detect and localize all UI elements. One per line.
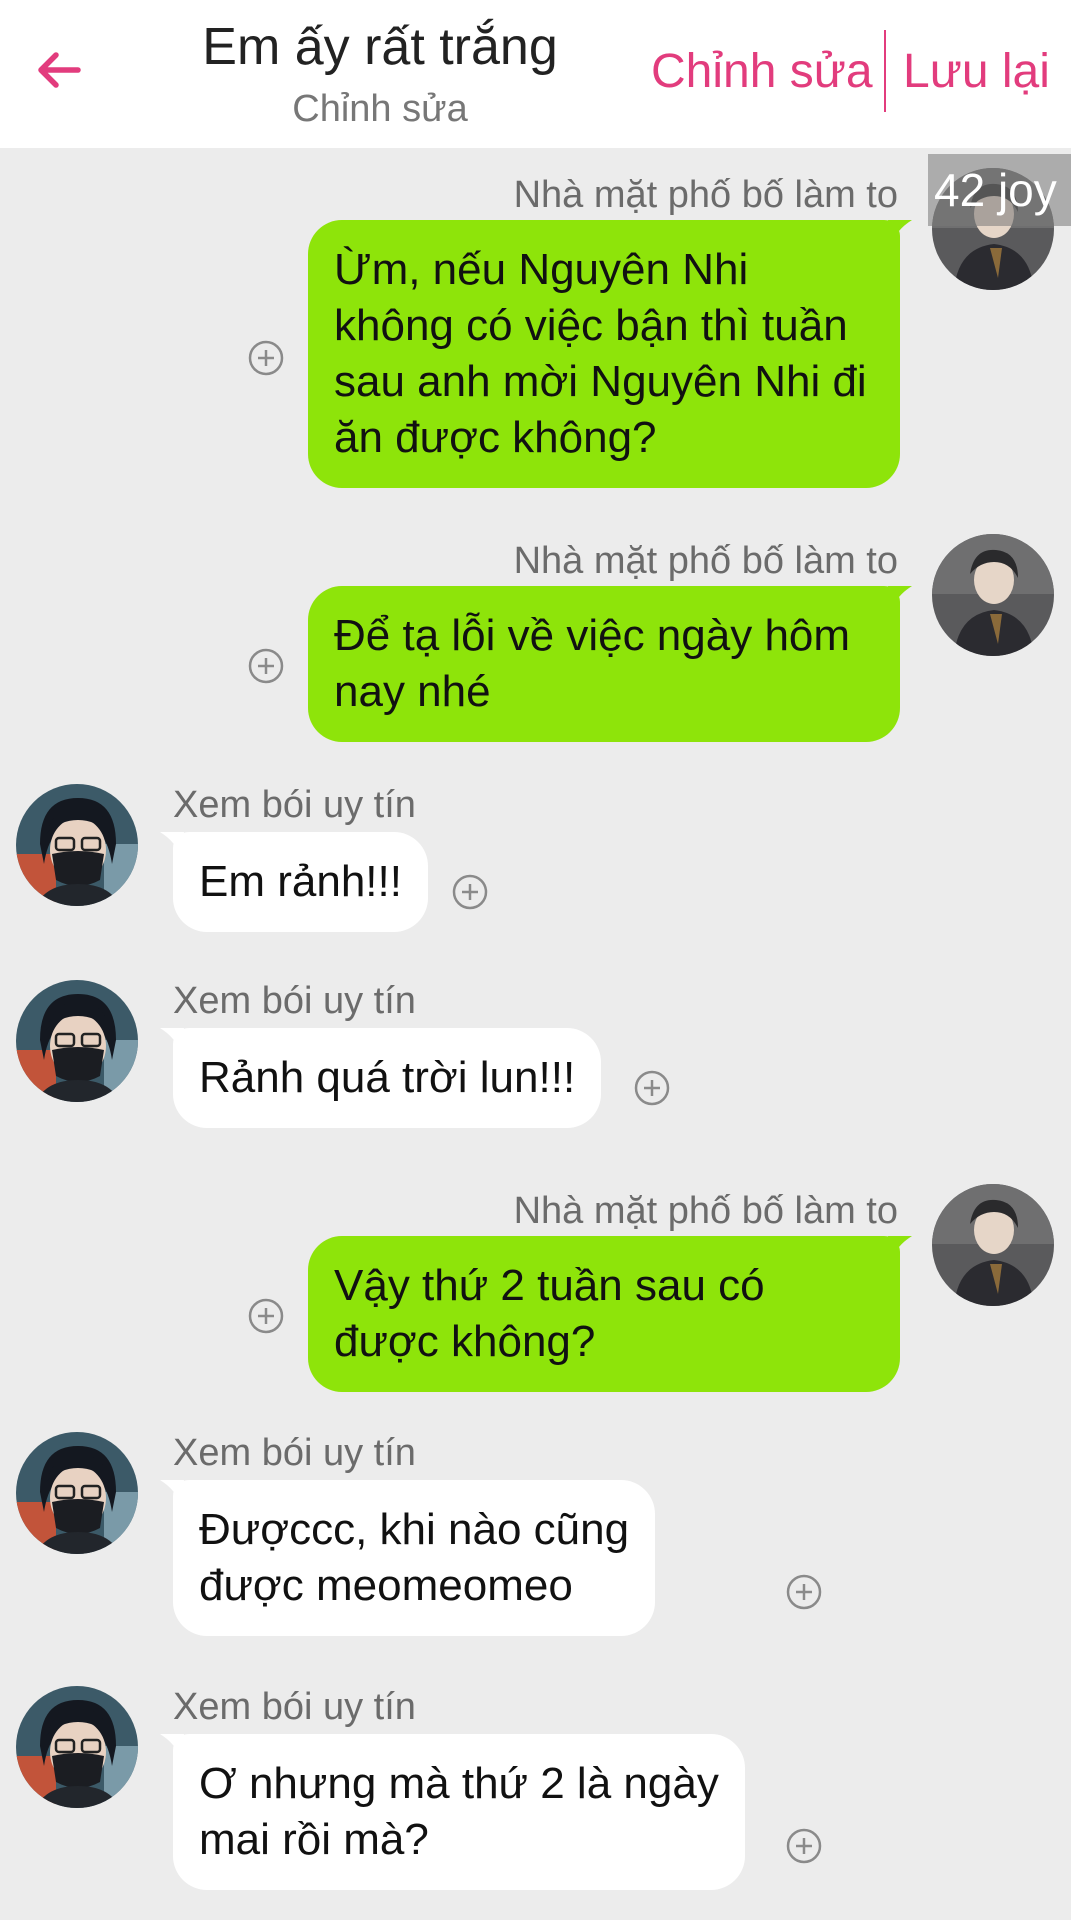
avatar-image [16, 980, 138, 1102]
avatar[interactable] [16, 1432, 138, 1554]
sender-name: Nhà mặt phố bố làm to [513, 540, 898, 582]
avatar[interactable] [932, 534, 1054, 656]
header-divider [884, 30, 886, 112]
plus-circle-icon [248, 340, 284, 376]
add-reaction-button[interactable] [452, 874, 488, 910]
avatar-image [16, 1432, 138, 1554]
plus-circle-icon [786, 1574, 822, 1610]
sent-message-bubble[interactable]: Ừm, nếu Nguyên Nhi không có việc bận thì… [308, 220, 900, 488]
received-message-bubble[interactable]: Đượccc, khi nào cũng được meomeomeo [173, 1480, 656, 1636]
add-reaction-button[interactable] [248, 648, 284, 684]
watermark-badge: 42 joy [928, 154, 1071, 226]
page-title: Em ấy rất trắng [202, 18, 558, 76]
avatar-image [16, 1686, 138, 1808]
save-button[interactable]: Lưu lại [903, 40, 1050, 104]
back-button[interactable] [30, 40, 90, 100]
add-reaction-button[interactable] [786, 1828, 822, 1864]
avatar[interactable] [16, 980, 138, 1102]
plus-circle-icon [248, 1298, 284, 1334]
sender-name: Xem bói uy tín [173, 1432, 416, 1474]
received-message-bubble[interactable]: Em rảnh!!! [173, 832, 428, 932]
add-reaction-button[interactable] [634, 1070, 670, 1106]
sender-name: Xem bói uy tín [173, 1686, 416, 1728]
page-subtitle: Chỉnh sửa [292, 88, 468, 130]
add-reaction-button[interactable] [786, 1574, 822, 1610]
sender-name: Nhà mặt phố bố làm to [513, 174, 898, 216]
header-bar: Em ấy rất trắng Chỉnh sửa Chỉnh sửa Lưu … [0, 0, 1071, 148]
avatar-image [16, 784, 138, 906]
edit-button[interactable]: Chỉnh sửa [651, 40, 873, 104]
chat-area[interactable]: Nhà mặt phố bố làm to Ừm, nếu Nguyên Nhi… [0, 148, 1071, 1920]
add-reaction-button[interactable] [248, 1298, 284, 1334]
avatar-image [932, 534, 1054, 656]
add-reaction-button[interactable] [248, 340, 284, 376]
plus-circle-icon [634, 1070, 670, 1106]
plus-circle-icon [248, 648, 284, 684]
sender-name: Nhà mặt phố bố làm to [513, 1190, 898, 1232]
plus-circle-icon [452, 874, 488, 910]
avatar-image [932, 1184, 1054, 1306]
received-message-bubble[interactable]: Ơ nhưng mà thứ 2 là ngày mai rồi mà? [173, 1734, 745, 1890]
sent-message-bubble[interactable]: Để tạ lỗi về việc ngày hôm nay nhé [308, 586, 900, 742]
avatar[interactable] [932, 1184, 1054, 1306]
sender-name: Xem bói uy tín [173, 784, 416, 826]
sender-name: Xem bói uy tín [173, 980, 416, 1022]
avatar[interactable] [16, 1686, 138, 1808]
avatar[interactable] [16, 784, 138, 906]
plus-circle-icon [786, 1828, 822, 1864]
arrow-left-icon [38, 52, 81, 88]
sent-message-bubble[interactable]: Vậy thứ 2 tuần sau có được không? [308, 1236, 900, 1392]
received-message-bubble[interactable]: Rảnh quá trời lun!!! [173, 1028, 602, 1128]
